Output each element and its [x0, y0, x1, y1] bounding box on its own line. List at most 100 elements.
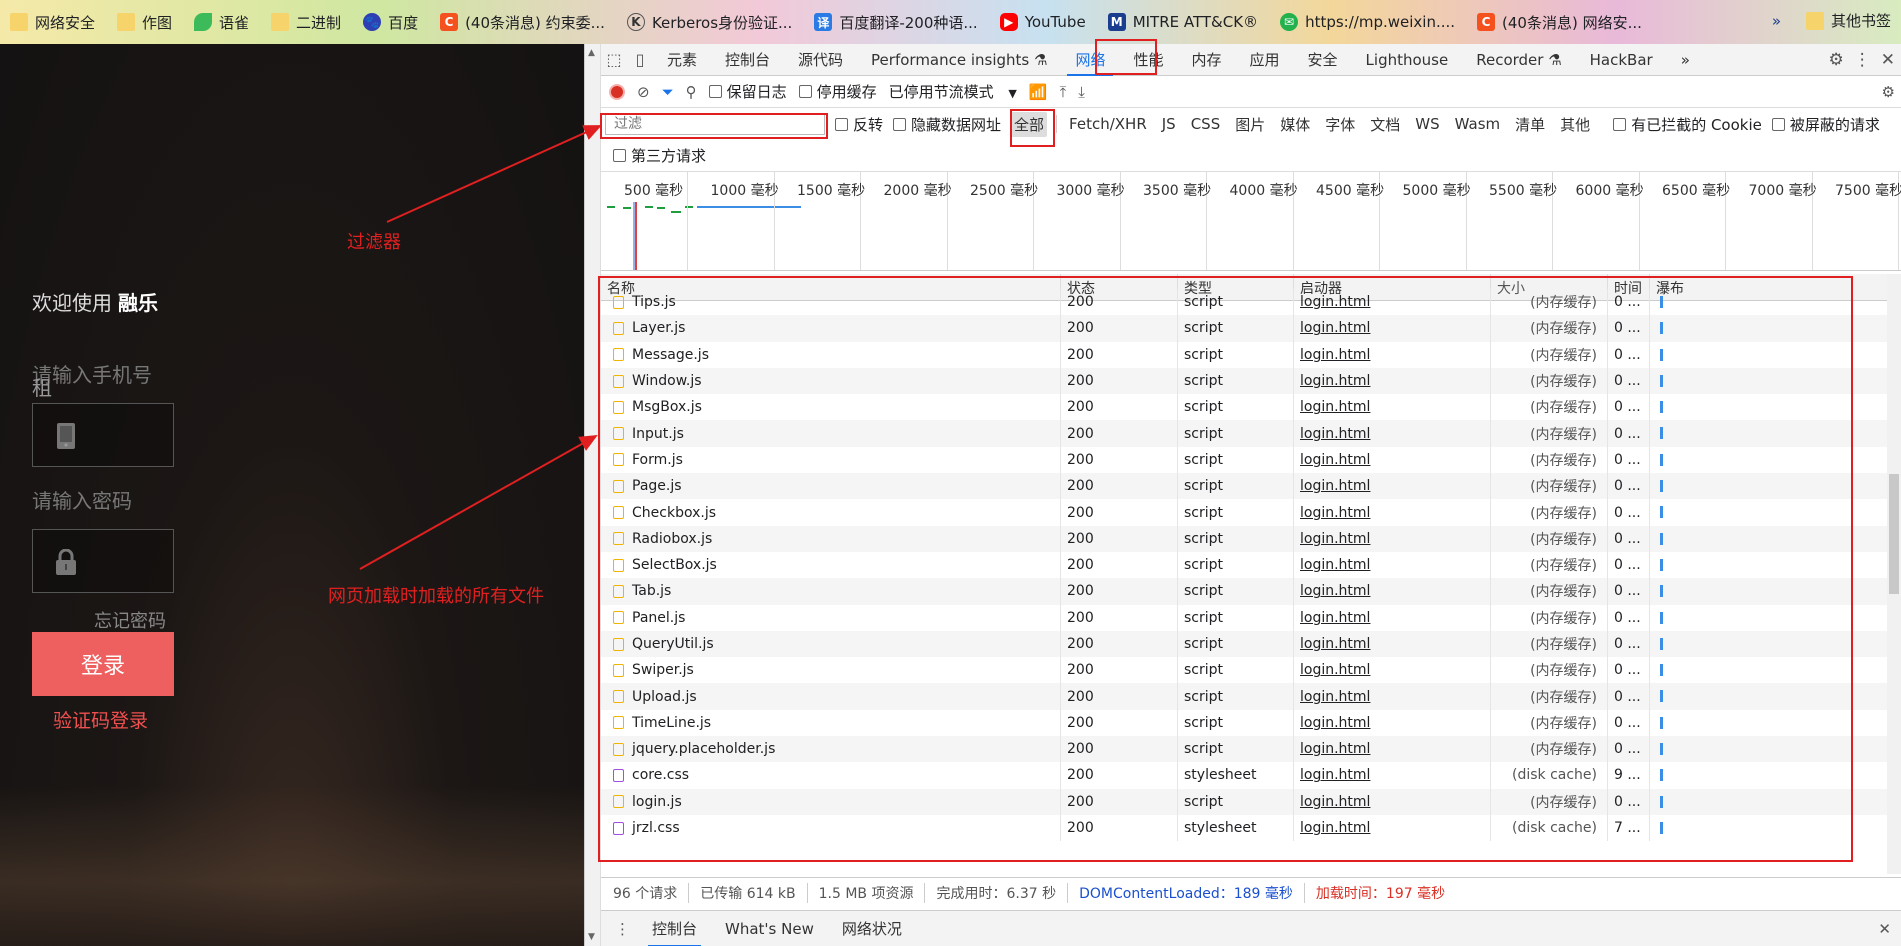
tab-7[interactable]: 应用: [1236, 44, 1294, 76]
device-toolbar-icon[interactable]: ▯: [627, 44, 653, 76]
clear-icon[interactable]: ⊘: [637, 83, 650, 101]
drawer-close-icon[interactable]: ✕: [1878, 920, 1891, 938]
cell-name[interactable]: jrzl.css: [601, 814, 1061, 842]
initiator-link[interactable]: login.html: [1300, 636, 1370, 652]
table-row[interactable]: jquery.placeholder.js 200 script login.html…: [601, 736, 1901, 763]
cell-name[interactable]: Radiobox.js: [601, 525, 1061, 552]
blocked-cookies-checkbox[interactable]: 有已拦截的 Cookie: [1613, 114, 1762, 135]
table-row[interactable]: Window.js 200 script login.html (内存缓存) 0 ...: [601, 367, 1901, 395]
initiator-link[interactable]: login.html: [1300, 452, 1370, 468]
bookmark-item[interactable]: C (40条消息) 约束委...: [440, 12, 605, 33]
table-row[interactable]: Tips.js 200 script login.html (内存缓存) 0 ...: [601, 289, 1901, 316]
record-icon[interactable]: [609, 83, 625, 100]
tab-4[interactable]: 网络: [1061, 44, 1119, 76]
drawer-tab-2[interactable]: 网络状况: [828, 911, 916, 946]
cell-name[interactable]: QueryUtil.js: [601, 630, 1061, 658]
scroll-up-icon[interactable]: ▲: [588, 48, 595, 58]
initiator-link[interactable]: login.html: [1300, 662, 1370, 678]
tab-10[interactable]: Recorder ⚗: [1462, 44, 1575, 76]
more-tabs-icon[interactable]: »: [1667, 44, 1704, 76]
disable-cache-checkbox[interactable]: 停用缓存: [798, 81, 877, 102]
hide-data-urls-checkbox[interactable]: 隐藏数据网址: [893, 114, 1001, 135]
bookmark-item[interactable]: 网络安全: [10, 12, 95, 33]
drawer-tab-0[interactable]: 控制台: [638, 911, 711, 946]
initiator-link[interactable]: login.html: [1300, 689, 1370, 705]
filter-icon[interactable]: ⏷: [662, 83, 674, 101]
scrollbar-thumb[interactable]: [1889, 474, 1899, 594]
cell-name[interactable]: TimeLine.js: [601, 709, 1061, 737]
table-row[interactable]: Page.js 200 script login.html (内存缓存) 0 ...: [601, 473, 1901, 500]
cell-name[interactable]: Form.js: [601, 446, 1061, 474]
tab-2[interactable]: 源代码: [784, 44, 857, 76]
cell-name[interactable]: SelectBox.js: [601, 551, 1061, 579]
cell-name[interactable]: Message.js: [601, 341, 1061, 368]
bookmark-item[interactable]: K Kerberos身份验证...: [626, 12, 792, 33]
type-filter-3[interactable]: CSS: [1188, 113, 1224, 135]
table-row[interactable]: core.css 200 stylesheet login.html (disk cac…: [601, 762, 1901, 789]
initiator-link[interactable]: login.html: [1300, 347, 1370, 363]
initiator-link[interactable]: login.html: [1300, 426, 1370, 442]
table-row[interactable]: Layer.js 200 script login.html (内存缓存) 0 ...: [601, 315, 1901, 342]
table-row[interactable]: MsgBox.js 200 script login.html (内存缓存) 0 ...: [601, 394, 1901, 421]
initiator-link[interactable]: login.html: [1300, 794, 1370, 810]
table-row[interactable]: Message.js 200 script login.html (内存缓存) 0 ...: [601, 341, 1901, 368]
bookmark-item[interactable]: 语雀: [194, 12, 249, 33]
type-filter-11[interactable]: 其他: [1557, 112, 1593, 137]
table-row[interactable]: Form.js 200 script login.html (内存缓存) 0 ...: [601, 446, 1901, 474]
type-filter-0[interactable]: 全部: [1011, 111, 1048, 137]
tab-5[interactable]: 性能: [1119, 44, 1177, 76]
bookmark-item[interactable]: ✉ https://mp.weixin....: [1280, 13, 1455, 31]
drawer-tab-1[interactable]: What's New: [711, 911, 828, 946]
tab-11[interactable]: HackBar: [1576, 44, 1667, 76]
type-filter-9[interactable]: Wasm: [1452, 113, 1504, 135]
table-row[interactable]: SelectBox.js 200 script login.html (内存缓存) 0 .…: [601, 551, 1901, 579]
bookmark-item[interactable]: M MITRE ATT&CK®: [1107, 13, 1258, 31]
initiator-link[interactable]: login.html: [1300, 399, 1370, 415]
initiator-link[interactable]: login.html: [1300, 373, 1370, 389]
login-button[interactable]: 登录: [32, 632, 174, 696]
import-har-icon[interactable]: ⤒: [1060, 83, 1067, 101]
cell-name[interactable]: Tips.js: [601, 289, 1061, 316]
phone-input[interactable]: [32, 403, 174, 467]
tab-8[interactable]: 安全: [1294, 44, 1352, 76]
tab-6[interactable]: 内存: [1178, 44, 1236, 76]
cell-name[interactable]: jquery.placeholder.js: [601, 736, 1061, 763]
initiator-link[interactable]: login.html: [1300, 715, 1370, 731]
table-row[interactable]: jrzl.css 200 stylesheet login.html (disk cac…: [601, 814, 1901, 842]
drawer-menu-icon[interactable]: ⋮: [601, 920, 638, 938]
type-filter-7[interactable]: 文档: [1367, 112, 1403, 137]
type-filter-8[interactable]: WS: [1412, 113, 1442, 135]
table-row[interactable]: Radiobox.js 200 script login.html (内存缓存) 0 ..…: [601, 525, 1901, 552]
search-icon[interactable]: ⚲: [686, 83, 697, 101]
initiator-link[interactable]: login.html: [1300, 531, 1370, 547]
bookmark-item[interactable]: 二进制: [271, 12, 341, 33]
bookmark-item[interactable]: 作图: [117, 12, 172, 33]
cell-name[interactable]: core.css: [601, 762, 1061, 789]
cell-name[interactable]: MsgBox.js: [601, 394, 1061, 421]
table-row[interactable]: Swiper.js 200 script login.html (内存缓存) 0 ...: [601, 657, 1901, 684]
initiator-link[interactable]: login.html: [1300, 820, 1370, 836]
password-input[interactable]: [32, 529, 174, 593]
export-har-icon[interactable]: ⤓: [1078, 83, 1085, 101]
network-conditions-icon[interactable]: 📶: [1029, 83, 1048, 101]
blocked-requests-checkbox[interactable]: 被屏蔽的请求: [1771, 114, 1880, 135]
cell-name[interactable]: Page.js: [601, 473, 1061, 500]
table-row[interactable]: Checkbox.js 200 script login.html (内存缓存) 0 ..…: [601, 499, 1901, 526]
table-scrollbar[interactable]: [1887, 274, 1901, 874]
table-row[interactable]: QueryUtil.js 200 script login.html (内存缓存) 0 .…: [601, 630, 1901, 658]
settings-icon[interactable]: ⚙: [1829, 50, 1844, 70]
initiator-link[interactable]: login.html: [1300, 741, 1370, 757]
type-filter-10[interactable]: 清单: [1512, 112, 1548, 137]
network-overview-timeline[interactable]: 500 毫秒 1000 毫秒 1500 毫秒 2000 毫秒 2500 毫秒 3000 毫…: [601, 171, 1901, 271]
invert-checkbox[interactable]: 反转: [835, 114, 883, 135]
bookmark-item[interactable]: C (40条消息) 网络安...: [1477, 12, 1642, 33]
table-row[interactable]: Tab.js 200 script login.html (内存缓存) 0 ...: [601, 578, 1901, 605]
more-options-icon[interactable]: ⋮: [1854, 50, 1871, 70]
table-row[interactable]: login.js 200 script login.html (内存缓存) 0 ...: [601, 788, 1901, 815]
cell-name[interactable]: Input.js: [601, 420, 1061, 447]
close-icon[interactable]: ✕: [1881, 50, 1895, 70]
type-filter-1[interactable]: Fetch/XHR: [1066, 113, 1150, 135]
initiator-link[interactable]: login.html: [1300, 294, 1370, 310]
bookmark-item[interactable]: 🐾 百度: [363, 12, 418, 33]
cell-name[interactable]: Panel.js: [601, 604, 1061, 631]
